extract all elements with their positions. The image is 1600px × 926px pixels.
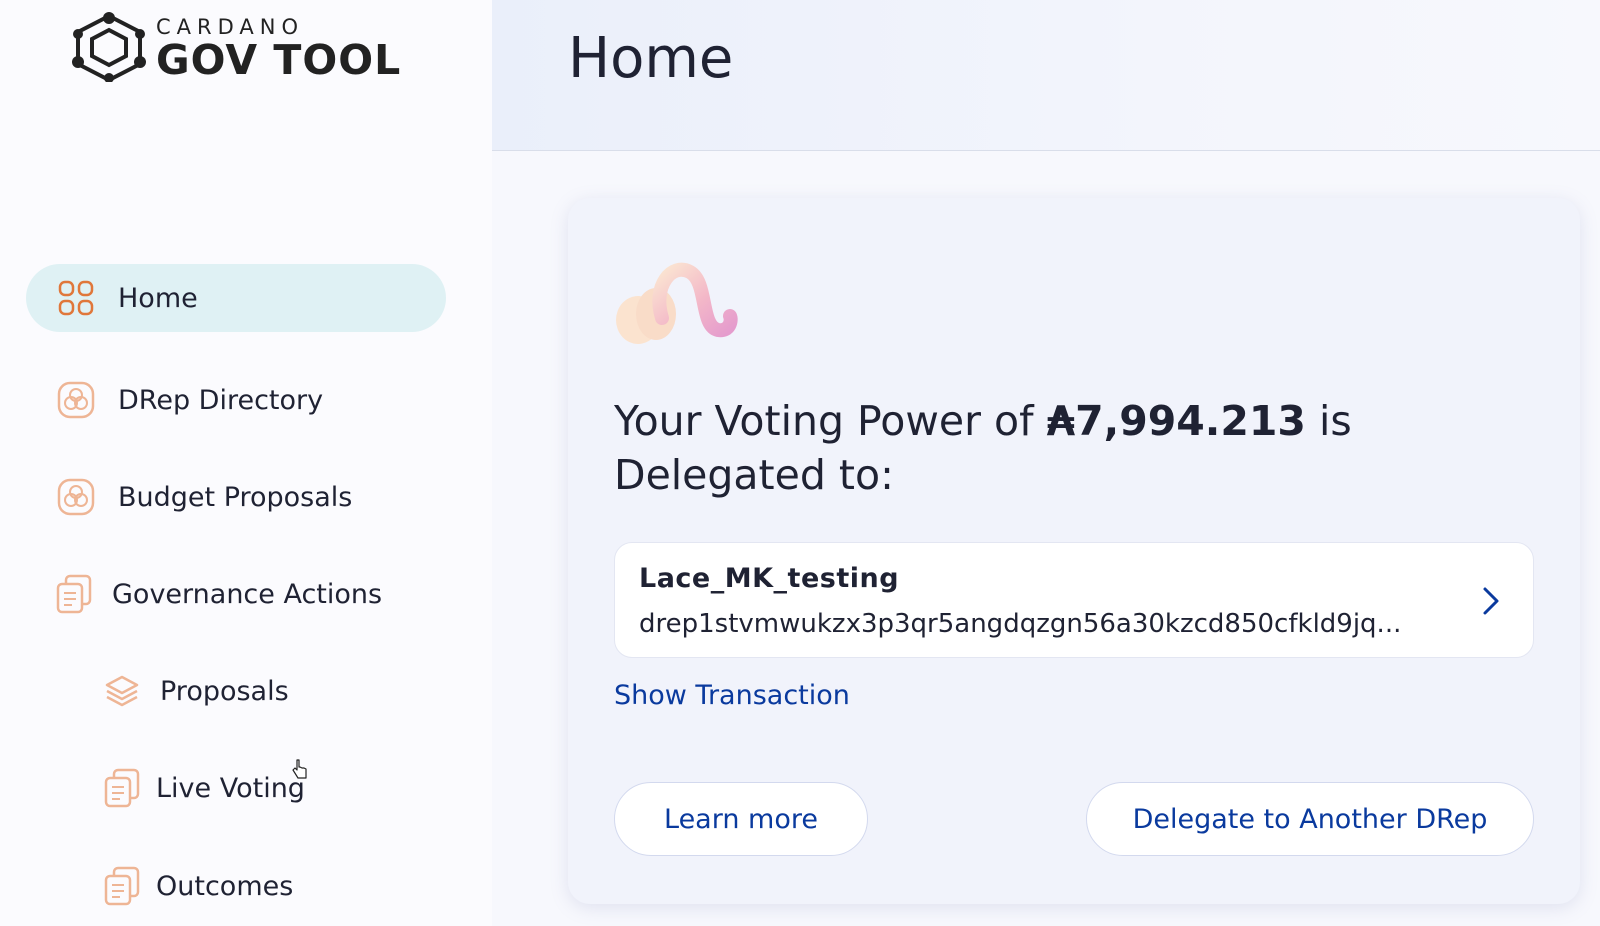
sidebar-item-governance-actions[interactable]: Governance Actions: [54, 574, 382, 614]
swirl-illustration-icon: [616, 262, 738, 344]
sidebar-item-label: Budget Proposals: [118, 481, 353, 513]
show-transaction-link[interactable]: Show Transaction: [614, 680, 850, 711]
sidebar-item-label: Home: [118, 282, 198, 314]
chevron-right-icon[interactable]: [1479, 583, 1503, 619]
page-header: Home: [492, 0, 1600, 151]
sidebar-item-live-voting[interactable]: Live Voting: [102, 768, 305, 808]
page-title: Home: [568, 26, 734, 91]
sidebar-item-label: Outcomes: [156, 870, 294, 902]
voting-power-text: Your Voting Power of ₳7,994.213 is Deleg…: [614, 394, 1514, 502]
voting-power-prefix: Your Voting Power of: [614, 397, 1047, 445]
sidebar-item-label: Live Voting: [156, 772, 305, 804]
app-logo[interactable]: CARDANO GOV TOOL: [70, 12, 401, 82]
delegated-drep-card[interactable]: Lace_MK_testing drep1stvmwukzx3p3qr5angd…: [614, 542, 1534, 658]
document-icon: [102, 866, 142, 906]
sidebar: CARDANO GOV TOOL Home DRep Directory Bud…: [0, 0, 492, 926]
sidebar-item-budget-proposals[interactable]: Budget Proposals: [56, 477, 352, 517]
logo-big-text: GOV TOOL: [156, 36, 402, 84]
sidebar-item-label: Proposals: [160, 675, 289, 707]
sidebar-item-outcomes[interactable]: Outcomes: [102, 866, 293, 906]
sidebar-item-label: Governance Actions: [112, 578, 383, 610]
hand-cursor-icon: [292, 759, 307, 779]
sidebar-item-label: DRep Directory: [118, 384, 324, 416]
drep-id: drep1stvmwukzx3p3qr5angdqzgn56a30kzcd850…: [639, 609, 1402, 639]
learn-more-button[interactable]: Learn more: [614, 782, 868, 856]
drep-circles-icon: [56, 380, 96, 420]
sidebar-item-proposals[interactable]: Proposals: [102, 671, 289, 711]
gov-tool-logo-icon: [72, 12, 146, 82]
drep-name: Lace_MK_testing: [639, 563, 900, 594]
document-icon: [54, 574, 94, 614]
sidebar-item-drep-directory[interactable]: DRep Directory: [56, 380, 323, 420]
delegate-another-drep-button[interactable]: Delegate to Another DRep: [1086, 782, 1534, 856]
voting-power-amount: ₳7,994.213: [1046, 397, 1306, 445]
sidebar-item-home[interactable]: Home: [26, 264, 446, 332]
document-icon: [102, 768, 142, 808]
dashboard-grid-icon: [56, 278, 96, 318]
layers-icon: [102, 671, 142, 711]
logo-small-text: CARDANO: [156, 15, 305, 39]
delegation-card: Your Voting Power of ₳7,994.213 is Deleg…: [568, 198, 1580, 904]
budget-circles-icon: [56, 477, 96, 517]
